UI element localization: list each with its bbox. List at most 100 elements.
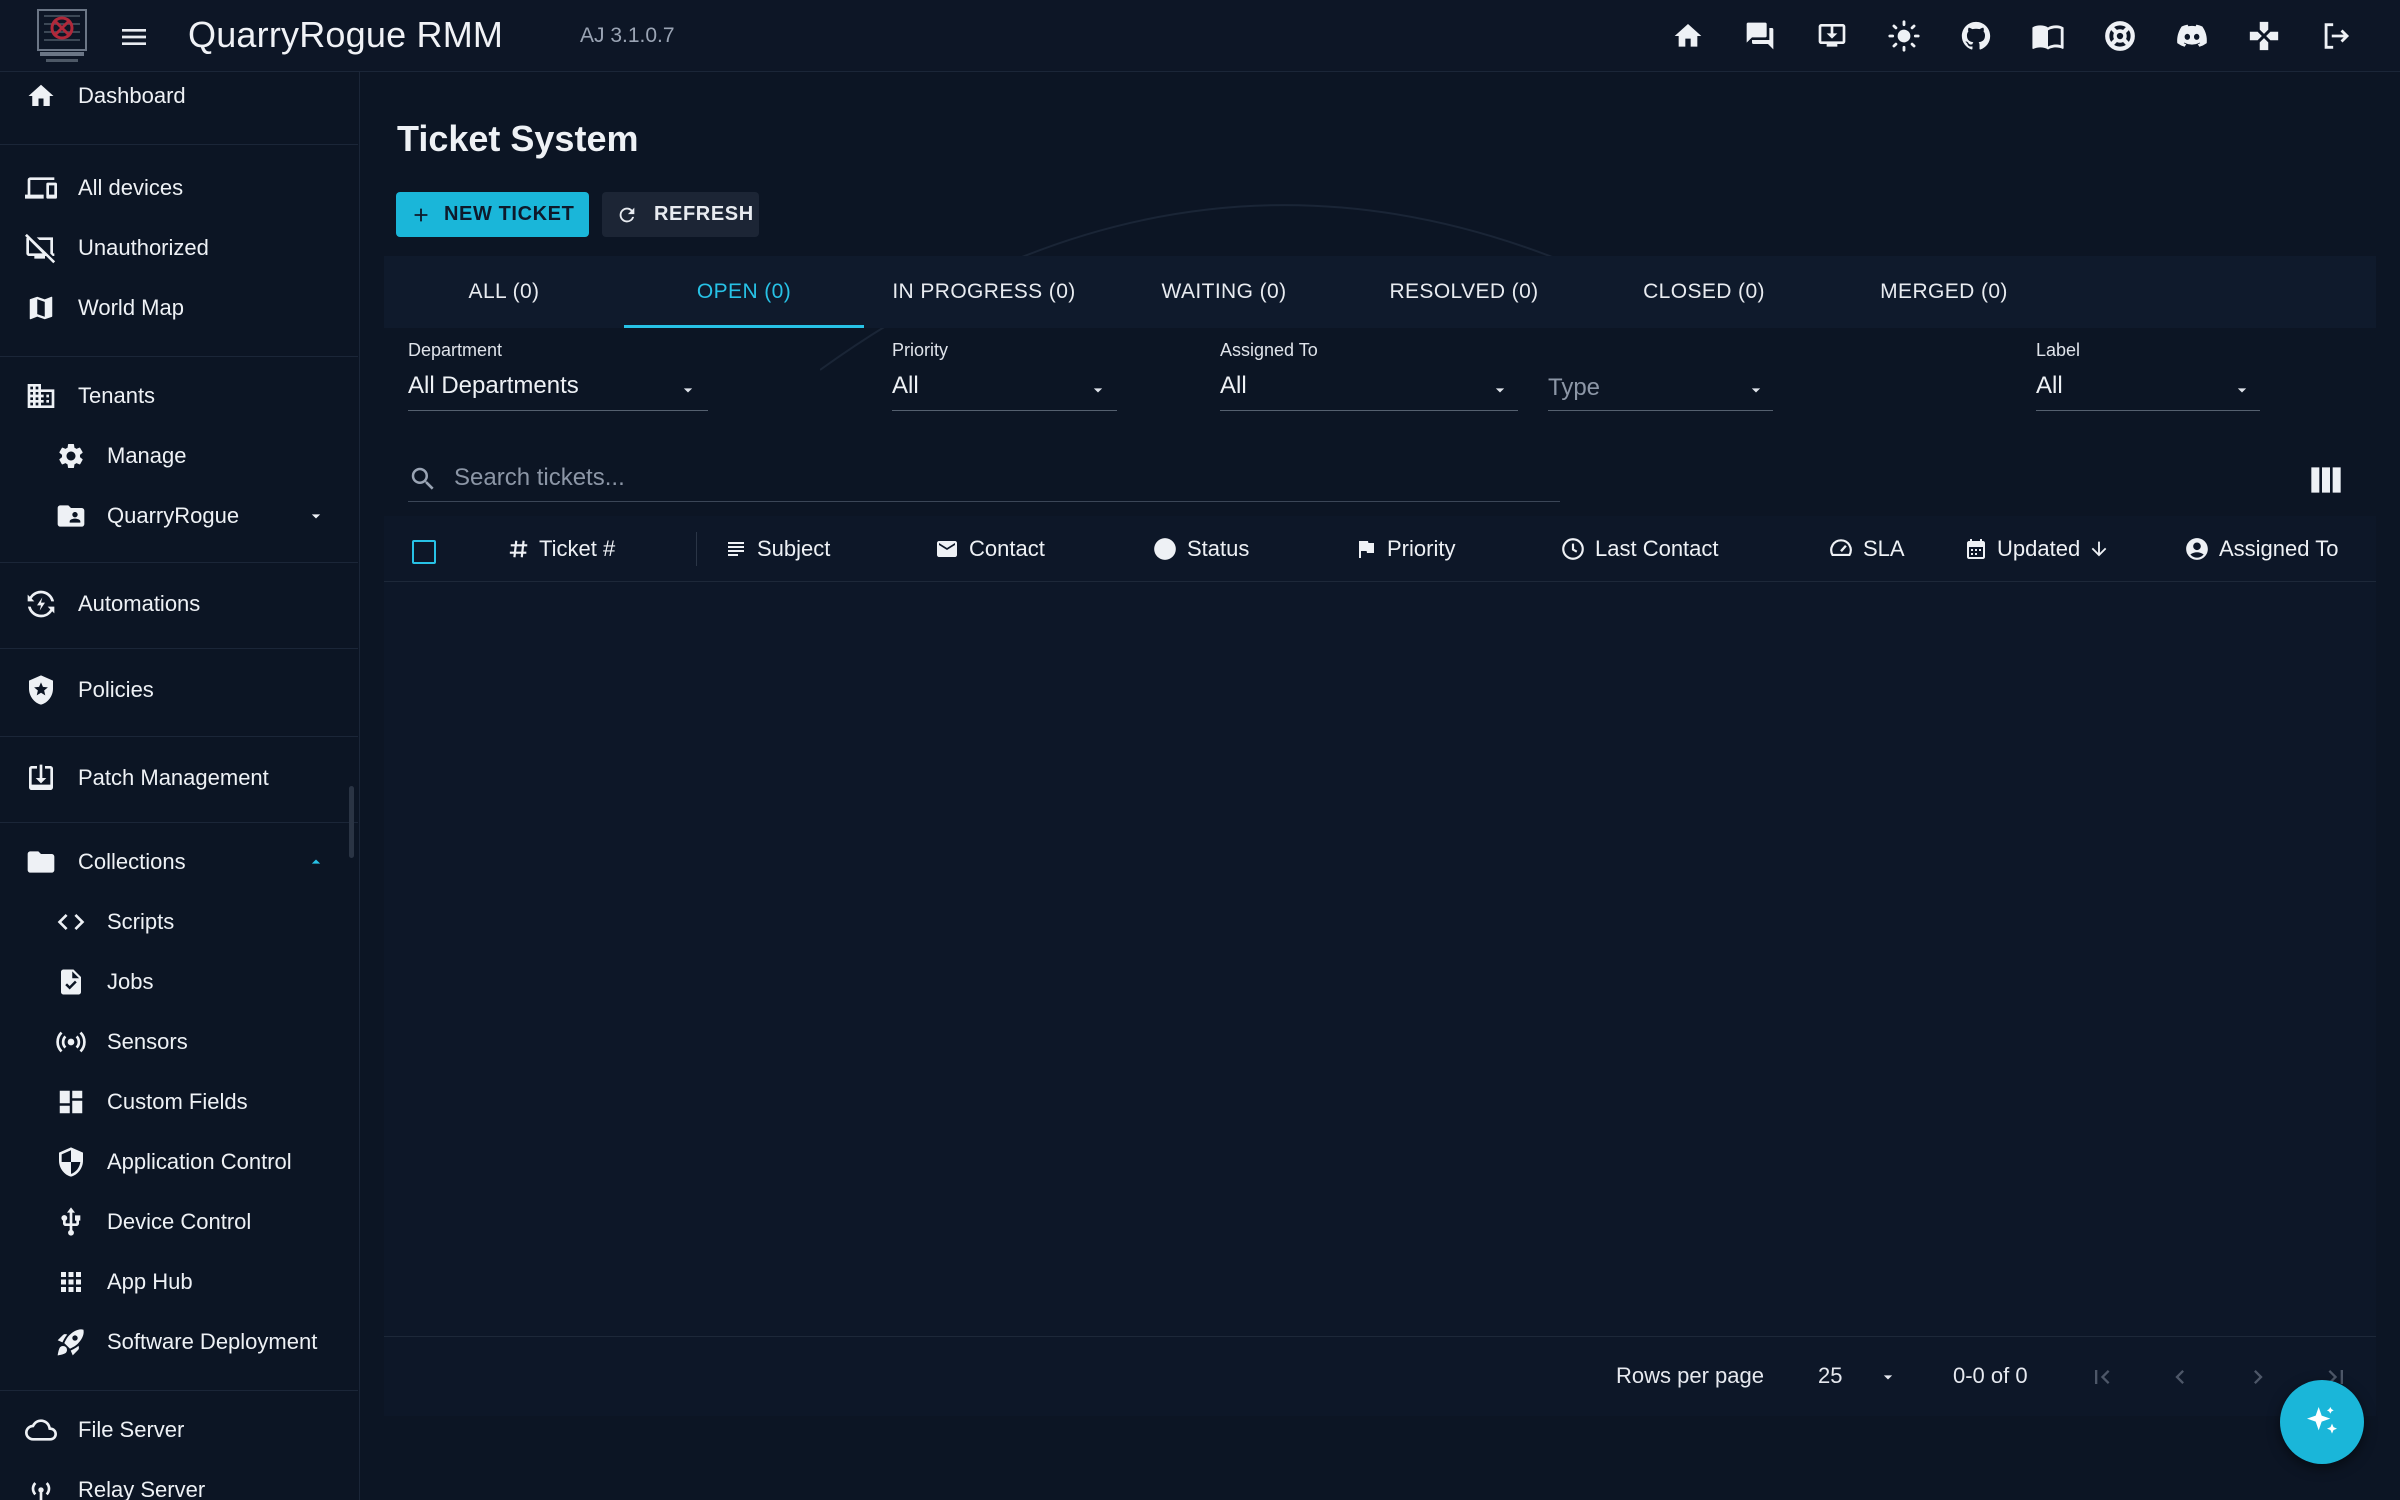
sidebar-item-policies[interactable]: Policies: [0, 662, 358, 718]
sidebar-divider: [0, 736, 358, 737]
game-icon[interactable]: [2228, 14, 2300, 58]
department-select[interactable]: Department All Departments: [408, 340, 708, 411]
assigned-to-label: Assigned To: [1220, 340, 1318, 360]
sparkle-icon: [2302, 1402, 2342, 1442]
next-page-icon[interactable]: [2240, 1359, 2276, 1395]
sidebar-item-label: Automations: [78, 591, 201, 616]
discord-icon[interactable]: [2156, 14, 2228, 58]
sidebar-item-device-control[interactable]: Device Control: [0, 1194, 358, 1250]
column-header-sla[interactable]: SLA: [1828, 516, 1905, 582]
tab-resolved[interactable]: RESOLVED (0): [1344, 256, 1584, 328]
rocket-icon: [54, 1325, 88, 1359]
column-label: Contact: [969, 536, 1045, 561]
column-header-subject[interactable]: Subject: [724, 516, 830, 582]
sidebar-item-relay-server[interactable]: Relay Server: [0, 1462, 358, 1500]
sidebar-item-app-hub[interactable]: App Hub: [0, 1254, 358, 1310]
search-input[interactable]: [454, 460, 1554, 496]
circle-icon: [1152, 536, 1178, 562]
chat-icon[interactable]: [1724, 14, 1796, 58]
sidebar-item-patch-management[interactable]: Patch Management: [0, 750, 358, 806]
sidebar-item-software-deployment[interactable]: Software Deployment: [0, 1314, 358, 1370]
sidebar-item-file-server[interactable]: File Server: [0, 1402, 358, 1458]
sidebar-item-custom-fields[interactable]: Custom Fields: [0, 1074, 358, 1130]
tab-merged[interactable]: MERGED (0): [1824, 256, 2064, 328]
theme-toggle-icon[interactable]: [1868, 14, 1940, 58]
tab-waiting[interactable]: WAITING (0): [1104, 256, 1344, 328]
shield-star-icon: [24, 673, 58, 707]
tab-all[interactable]: ALL (0): [384, 256, 624, 328]
previous-page-icon[interactable]: [2162, 1359, 2198, 1395]
sidebar-item-label: All devices: [78, 175, 184, 200]
sidebar-scrollbar[interactable]: [349, 786, 354, 858]
tab-closed[interactable]: CLOSED (0): [1584, 256, 1824, 328]
column-label: Ticket #: [539, 536, 616, 561]
map-icon: [24, 291, 58, 325]
tickets-table: Ticket # Subject Contact Status Priority…: [384, 516, 2376, 1416]
sidebar-item-collections[interactable]: Collections: [0, 834, 358, 890]
tab-in-progress[interactable]: IN PROGRESS (0): [864, 256, 1104, 328]
label-select[interactable]: Label All: [2036, 340, 2260, 411]
sidebar-item-label: Unauthorized: [78, 235, 209, 260]
type-placeholder: Type: [1548, 374, 1601, 401]
chevron-up-icon[interactable]: [306, 852, 326, 872]
sidebar-item-label: Relay Server: [78, 1477, 206, 1500]
select-all-checkbox[interactable]: [412, 540, 436, 564]
flag-icon: [1354, 537, 1378, 561]
column-header-ticket-number[interactable]: Ticket #: [508, 516, 615, 582]
github-icon[interactable]: [1940, 14, 2012, 58]
sidebar-divider: [0, 562, 358, 563]
label-filter-value: All: [2036, 372, 2063, 399]
top-actions: [1652, 14, 2372, 58]
pagination-range: 0-0 of 0: [1953, 1363, 2028, 1388]
column-header-last-contact[interactable]: Last Contact: [1560, 516, 1719, 582]
sidebar-item-label: Patch Management: [78, 765, 269, 790]
sidebar-item-tenants[interactable]: Tenants: [0, 368, 358, 424]
menu-icon[interactable]: [118, 21, 150, 53]
sidebar-item-jobs[interactable]: Jobs: [0, 954, 358, 1010]
sidebar-item-quarryrogue[interactable]: QuarryRogue: [0, 488, 358, 544]
arrow-down-icon[interactable]: [2088, 538, 2110, 560]
column-header-updated[interactable]: Updated: [1964, 516, 2119, 582]
sidebar-item-application-control[interactable]: Application Control: [0, 1134, 358, 1190]
support-icon[interactable]: [2084, 14, 2156, 58]
sidebar-item-label: Software Deployment: [107, 1329, 318, 1354]
sidebar-item-world-map[interactable]: World Map: [0, 280, 358, 336]
sidebar-item-scripts[interactable]: Scripts: [0, 894, 358, 950]
code-icon: [54, 905, 88, 939]
chevron-down-icon[interactable]: [1878, 1367, 1898, 1387]
ai-assistant-button[interactable]: [2280, 1380, 2364, 1464]
first-page-icon[interactable]: [2084, 1359, 2120, 1395]
sidebar-item-unauthorized[interactable]: Unauthorized: [0, 220, 358, 276]
priority-select[interactable]: Priority All: [892, 340, 1117, 411]
sidebar-item-label: App Hub: [107, 1269, 193, 1294]
antenna-icon: [24, 1473, 58, 1500]
tab-open[interactable]: OPEN (0): [624, 256, 864, 328]
refresh-button[interactable]: REFRESH: [602, 192, 759, 237]
sidebar-item-label: Jobs: [107, 969, 154, 994]
column-view-icon[interactable]: [2310, 466, 2342, 494]
folder-icon: [24, 845, 58, 879]
logout-icon[interactable]: [2300, 14, 2372, 58]
sidebar-item-automations[interactable]: Automations: [0, 576, 358, 632]
column-header-assigned-to[interactable]: Assigned To: [2184, 516, 2338, 582]
download-icon[interactable]: [1796, 14, 1868, 58]
column-header-contact[interactable]: Contact: [934, 516, 1045, 582]
docs-icon[interactable]: [2012, 14, 2084, 58]
home-icon: [24, 79, 58, 113]
sidebar-item-sensors[interactable]: Sensors: [0, 1014, 358, 1070]
priority-value: All: [892, 372, 919, 399]
sidebar-item-manage[interactable]: Manage: [0, 428, 358, 484]
sidebar-item-dashboard[interactable]: Dashboard: [0, 72, 358, 124]
column-header-priority[interactable]: Priority: [1354, 516, 1455, 582]
label-underline: [2036, 410, 2260, 411]
department-label: Department: [408, 340, 503, 360]
rows-per-page-select[interactable]: 25: [1818, 1363, 1842, 1389]
hash-icon: [508, 538, 530, 560]
chevron-down-icon[interactable]: [306, 506, 326, 526]
sidebar-item-all-devices[interactable]: All devices: [0, 160, 358, 216]
priority-underline: [892, 410, 1117, 411]
column-header-status[interactable]: Status: [1152, 516, 1249, 582]
assigned-to-select[interactable]: Assigned To All: [1220, 340, 1518, 411]
home-icon[interactable]: [1652, 14, 1724, 58]
new-ticket-button[interactable]: NEW TICKET: [396, 192, 589, 237]
